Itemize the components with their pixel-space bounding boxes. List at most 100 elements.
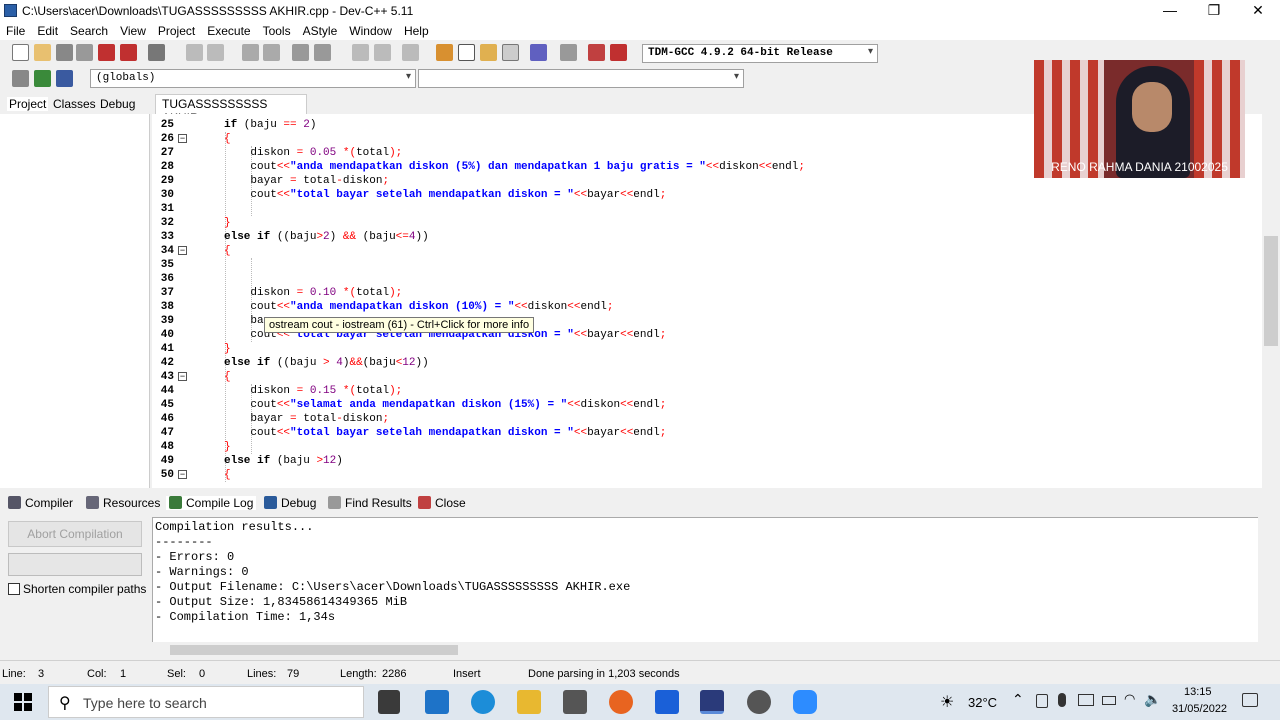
maximize-button[interactable]: ❐ <box>1192 0 1236 22</box>
compile-log-output[interactable]: Compilation results... -------- - Errors… <box>152 517 1260 644</box>
clock-date[interactable]: 31/05/2022 <box>1172 703 1227 715</box>
menu-project[interactable]: Project <box>152 23 201 39</box>
tab-debug-bottom[interactable]: Debug <box>264 496 316 510</box>
indent-icon[interactable] <box>352 44 369 61</box>
tab-classes[interactable]: Classes <box>53 97 96 111</box>
devcpp-taskbar-icon[interactable] <box>700 690 724 714</box>
open-file-icon[interactable] <box>34 44 51 61</box>
tab-debug[interactable]: Debug <box>100 97 135 111</box>
profile-icon[interactable] <box>588 44 605 61</box>
new-file-icon[interactable] <box>12 44 29 61</box>
fold-toggle-icon[interactable]: − <box>178 134 187 143</box>
menu-execute[interactable]: Execute <box>201 23 256 39</box>
log-scroll-thumb[interactable] <box>170 645 458 655</box>
firefox-icon[interactable] <box>609 690 633 714</box>
code-line: bayar = total-diskon; <box>224 413 390 425</box>
windows-start-icon[interactable] <box>14 693 32 711</box>
settings-gear-icon[interactable] <box>747 690 771 714</box>
menu-file[interactable]: File <box>0 23 31 39</box>
notification-icon[interactable] <box>1242 693 1258 707</box>
save-icon[interactable] <box>56 44 73 61</box>
menu-search[interactable]: Search <box>64 23 114 39</box>
tab-find-results[interactable]: Find Results <box>328 496 412 510</box>
tab-resources[interactable]: Resources <box>86 496 160 510</box>
file-explorer-icon[interactable] <box>517 690 541 714</box>
class-browser-icon[interactable] <box>56 70 73 87</box>
menu-help[interactable]: Help <box>398 23 435 39</box>
taskbar-search-box[interactable]: ⚲ Type here to search <box>48 686 364 718</box>
editor-scroll-thumb[interactable] <box>1264 236 1278 346</box>
compile-run-icon[interactable] <box>480 44 497 61</box>
line-number: 30 <box>160 189 174 201</box>
stop-execution-icon[interactable] <box>560 44 577 61</box>
tab-project[interactable]: Project <box>7 97 49 111</box>
status-sel-value: 0 <box>199 668 206 680</box>
toggle-comment-icon[interactable] <box>402 44 419 61</box>
status-col-value: 1 <box>120 668 127 680</box>
device-icon[interactable] <box>1036 694 1048 708</box>
delete-profile-icon[interactable] <box>610 44 627 61</box>
temperature-label[interactable]: 32°C <box>968 695 997 710</box>
fold-toggle-icon[interactable]: − <box>178 470 187 479</box>
amazon-icon[interactable] <box>563 690 587 714</box>
tab-compiler[interactable]: Compiler <box>8 496 73 510</box>
run-icon[interactable] <box>458 44 475 61</box>
menu-edit[interactable]: Edit <box>31 23 64 39</box>
tab-compiler-label: Compiler <box>25 496 74 510</box>
unindent-icon[interactable] <box>374 44 391 61</box>
code-line: } <box>224 343 231 355</box>
fold-toggle-icon[interactable]: − <box>178 372 187 381</box>
chevron-up-icon[interactable]: ⌃ <box>1012 692 1024 708</box>
minimize-button[interactable]: — <box>1148 0 1192 22</box>
code-line: diskon = 0.10 *(total); <box>224 287 403 299</box>
tab-close[interactable]: Close <box>418 496 466 510</box>
abort-compilation-button[interactable]: Abort Compilation <box>8 521 142 547</box>
insert-icon[interactable] <box>12 70 29 87</box>
compiler-icon <box>8 496 21 509</box>
close-all-icon[interactable] <box>120 44 137 61</box>
save-all-icon[interactable] <box>76 44 93 61</box>
editor-file-tab[interactable]: TUGASSSSSSSSS AKHIR.cpp <box>155 94 307 125</box>
chevron-down-icon: ▾ <box>867 46 873 57</box>
fold-toggle-icon[interactable]: − <box>178 246 187 255</box>
weather-icon[interactable]: ☀ <box>940 692 954 711</box>
compiler-select[interactable]: TDM-GCC 4.9.2 64-bit Release ▾ <box>642 44 878 63</box>
print-icon[interactable] <box>148 44 165 61</box>
close-file-icon[interactable] <box>98 44 115 61</box>
clock-time[interactable]: 13:15 <box>1184 686 1212 698</box>
zoom-icon[interactable] <box>793 690 817 714</box>
member-select[interactable]: ▾ <box>418 69 744 88</box>
microphone-icon[interactable] <box>1058 693 1066 707</box>
menu-window[interactable]: Window <box>343 23 398 39</box>
battery-icon[interactable] <box>1102 696 1116 705</box>
undo-icon[interactable] <box>186 44 203 61</box>
menu-tools[interactable]: Tools <box>257 23 297 39</box>
tab-compile-log[interactable]: Compile Log <box>166 496 257 510</box>
shorten-paths-checkbox[interactable] <box>8 583 20 595</box>
dropbox-icon[interactable] <box>655 690 679 714</box>
status-lines-label: Lines: <box>247 668 277 680</box>
goto-bookmark-icon[interactable] <box>34 70 51 87</box>
syntax-check-icon[interactable] <box>530 44 547 61</box>
wifi-icon[interactable]: ◠ <box>1124 692 1135 707</box>
log-vertical-scrollbar[interactable] <box>1258 517 1278 644</box>
scope-select[interactable]: (globals) ▾ <box>90 69 416 88</box>
line-number: 49 <box>160 455 174 467</box>
rebuild-icon[interactable] <box>502 44 519 61</box>
goto-line-icon[interactable] <box>292 44 309 61</box>
bookmark-icon[interactable] <box>314 44 331 61</box>
task-view-icon[interactable] <box>378 690 400 714</box>
shorten-paths-option[interactable]: Shorten compiler paths <box>8 582 146 596</box>
compile-icon[interactable] <box>436 44 453 61</box>
redo-icon[interactable] <box>207 44 224 61</box>
menu-astyle[interactable]: AStyle <box>297 23 344 39</box>
close-button[interactable]: ✕ <box>1236 0 1280 22</box>
find-icon[interactable] <box>242 44 259 61</box>
mail-icon[interactable] <box>425 690 449 714</box>
edge-icon[interactable] <box>471 690 495 714</box>
menu-view[interactable]: View <box>114 23 152 39</box>
network-icon[interactable] <box>1078 694 1094 706</box>
replace-icon[interactable] <box>263 44 280 61</box>
volume-icon[interactable]: 🔈 <box>1144 692 1161 708</box>
secondary-toolbar: (globals) ▾ ▾ <box>0 66 880 92</box>
